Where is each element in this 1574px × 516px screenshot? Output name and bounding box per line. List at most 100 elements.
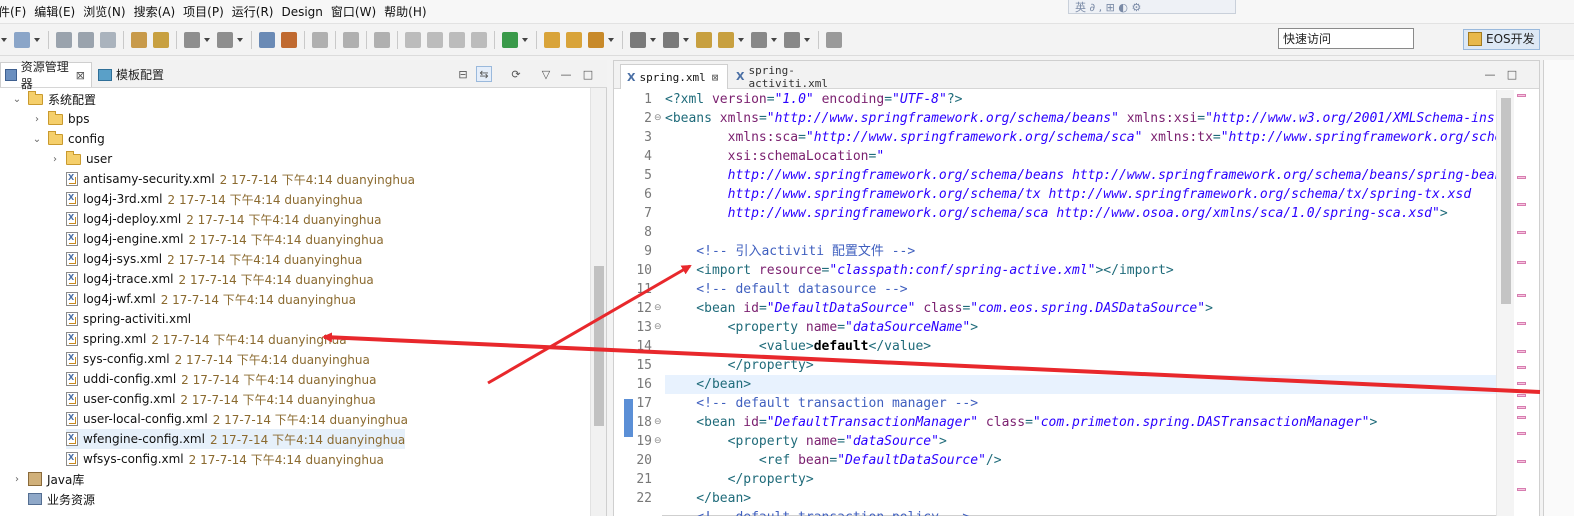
overview-annotation-mark[interactable] <box>1517 261 1526 264</box>
toolbar-tool-icon[interactable] <box>427 32 443 48</box>
close-icon[interactable]: ⊠ <box>76 69 85 82</box>
code-line[interactable]: <!-- 引入activiti 配置文件 --> <box>665 242 915 261</box>
tree-file-row[interactable]: Xlog4j-deploy.xml 2 17-7-14 下午4:14 duanyi… <box>66 209 381 229</box>
overview-annotation-mark[interactable] <box>1517 394 1526 397</box>
code-line[interactable]: http://www.springframework.org/schema/tx… <box>665 185 1472 204</box>
toolbar-tool-icon[interactable] <box>630 32 646 48</box>
chevron-right-icon[interactable]: › <box>32 114 42 125</box>
menu-item[interactable]: 浏览(N) <box>83 3 133 20</box>
toolbar-tool-icon[interactable] <box>566 32 582 48</box>
tree-file-row[interactable]: Xlog4j-trace.xml 2 17-7-14 下午4:14 duanyin… <box>66 269 374 289</box>
dropdown-arrow-icon[interactable] <box>34 38 40 42</box>
code-line[interactable]: </bean> <box>665 375 1496 394</box>
toolbar-tool-icon[interactable] <box>312 32 328 48</box>
overview-annotation-mark[interactable] <box>1517 416 1526 419</box>
dropdown-arrow-icon[interactable] <box>804 38 810 42</box>
tree-file-row[interactable]: Xwfsys-config.xml 2 17-7-14 下午4:14 duanyi… <box>66 449 384 469</box>
fold-toggle-icon[interactable]: ⊖ <box>654 318 662 337</box>
quick-access-input[interactable] <box>1278 28 1414 49</box>
tree-node-system-config[interactable]: ⌄ 系统配置 <box>12 89 96 109</box>
menu-item[interactable]: 帮助(H) <box>384 3 434 20</box>
tab-template-config[interactable]: 模板配置 <box>94 62 174 87</box>
tree-file-row[interactable]: Xsys-config.xml 2 17-7-14 下午4:14 duanying… <box>66 349 370 369</box>
menu-item[interactable]: 件(F) <box>0 3 34 20</box>
toolbar-tool-icon[interactable] <box>281 32 297 48</box>
tree-file-row[interactable]: Xuddi-config.xml 2 17-7-14 下午4:14 duanyin… <box>66 369 376 389</box>
code-line[interactable]: xsi:schemaLocation=" <box>665 147 885 166</box>
scrollbar-thumb[interactable] <box>594 266 604 426</box>
dropdown-arrow-icon[interactable] <box>738 38 744 42</box>
toolbar-tool-icon[interactable] <box>374 32 390 48</box>
toolbar-tool-icon[interactable] <box>718 32 734 48</box>
ime-toolbar[interactable]: 英 ∂ , ⊞ ◐ ⚙ <box>1068 0 1236 14</box>
code-line[interactable]: <!-- default datasource --> <box>665 280 907 299</box>
toolbar-tool-icon[interactable] <box>259 32 275 48</box>
toolbar-tool-icon[interactable] <box>544 32 560 48</box>
code-line[interactable]: </property> <box>665 470 814 489</box>
tree-file-row[interactable]: Xlog4j-wf.xml 2 17-7-14 下午4:14 duanyinghu… <box>66 289 356 309</box>
fold-toggle-icon[interactable]: ⊖ <box>654 432 662 451</box>
toolbar-tool-icon[interactable] <box>56 32 72 48</box>
dropdown-arrow-icon[interactable] <box>650 38 656 42</box>
toolbar-tool-icon[interactable] <box>14 32 30 48</box>
code-line[interactable]: <bean id="DefaultDataSource" class="com.… <box>665 299 1213 318</box>
overview-annotation-mark[interactable] <box>1517 460 1526 463</box>
minimize-icon[interactable]: — <box>1482 66 1498 82</box>
toolbar-tool-icon[interactable] <box>131 32 147 48</box>
tree-file-row[interactable]: Xspring.xml 2 17-7-14 下午4:14 duanyinghua <box>66 329 347 349</box>
overview-annotation-mark[interactable] <box>1517 432 1526 435</box>
tree-scrollbar[interactable] <box>590 88 606 516</box>
dropdown-arrow-icon[interactable] <box>1 38 7 42</box>
tab-spring-xml[interactable]: X spring.xml ⊠ <box>620 64 728 89</box>
code-line[interactable]: <ref bean="DefaultDataSource"/> <box>665 451 1002 470</box>
menu-item[interactable]: 运行(R) <box>232 3 282 20</box>
outline-panel-collapsed[interactable] <box>1543 60 1574 516</box>
code-line[interactable]: http://www.springframework.org/schema/be… <box>665 166 1496 185</box>
toolbar-tool-icon[interactable] <box>826 32 842 48</box>
code-line[interactable]: <property name="dataSource"> <box>665 432 947 451</box>
fold-toggle-icon[interactable]: ⊖ <box>654 299 662 318</box>
tree-file-row[interactable]: Xlog4j-sys.xml 2 17-7-14 下午4:14 duanyingh… <box>66 249 362 269</box>
toolbar-tool-icon[interactable] <box>217 32 233 48</box>
editor-scrollbar[interactable] <box>1496 90 1514 516</box>
menu-item[interactable]: 搜索(A) <box>134 3 184 20</box>
maximize-icon[interactable]: □ <box>1504 66 1520 82</box>
overview-annotation-mark[interactable] <box>1517 94 1526 97</box>
code-line[interactable]: <beans xmlns="http://www.springframework… <box>665 109 1496 128</box>
code-line[interactable]: <!-- default transaction policy --> <box>665 508 970 516</box>
tab-resource-manager[interactable]: 资源管理器 ⊠ <box>0 60 92 91</box>
tree-node-java-lib[interactable]: › Java库 <box>12 469 84 489</box>
overview-annotation-mark[interactable] <box>1517 322 1526 325</box>
toolbar-tool-icon[interactable] <box>78 32 94 48</box>
fold-toggle-icon[interactable]: ⊖ <box>654 413 662 432</box>
overview-annotation-mark[interactable] <box>1517 488 1526 491</box>
overview-annotation-mark[interactable] <box>1517 203 1526 206</box>
link-with-editor-icon[interactable]: ⇆ <box>476 66 492 82</box>
toolbar-tool-icon[interactable] <box>449 32 465 48</box>
toolbar-tool-icon[interactable] <box>502 32 518 48</box>
toolbar-tool-icon[interactable] <box>751 32 767 48</box>
dropdown-arrow-icon[interactable] <box>771 38 777 42</box>
scrollbar-thumb[interactable] <box>1501 98 1511 304</box>
menu-item[interactable]: Design <box>281 5 330 19</box>
overview-annotation-mark[interactable] <box>1517 406 1526 409</box>
tab-spring-activiti-xml[interactable]: X spring-activiti.xml <box>730 64 878 90</box>
overview-annotation-mark[interactable] <box>1517 350 1526 353</box>
code-line[interactable]: xmlns:sca="http://www.springframework.or… <box>665 128 1496 147</box>
chevron-down-icon[interactable]: ⌄ <box>32 134 42 145</box>
toolbar-tool-icon[interactable] <box>405 32 421 48</box>
dropdown-arrow-icon[interactable] <box>683 38 689 42</box>
toolbar-tool-icon[interactable] <box>153 32 169 48</box>
overview-annotation-mark[interactable] <box>1517 382 1526 385</box>
chevron-right-icon[interactable]: › <box>12 474 22 485</box>
tree-file-row[interactable]: Xuser-config.xml 2 17-7-14 下午4:14 duanyin… <box>66 389 376 409</box>
toolbar-tool-icon[interactable] <box>100 32 116 48</box>
overview-annotation-mark[interactable] <box>1517 294 1526 297</box>
code-line[interactable]: <?xml version="1.0" encoding="UTF-8"?> <box>665 90 962 109</box>
tree-file-row[interactable]: Xwfengine-config.xml 2 17-7-14 下午4:14 dua… <box>66 429 406 449</box>
toolbar-tool-icon[interactable] <box>588 32 604 48</box>
menu-item[interactable]: 项目(P) <box>183 3 232 20</box>
code-line[interactable]: <bean id="DefaultTransactionManager" cla… <box>665 413 1377 432</box>
code-line[interactable]: <!-- default transaction manager --> <box>665 394 978 413</box>
toolbar-tool-icon[interactable] <box>471 32 487 48</box>
